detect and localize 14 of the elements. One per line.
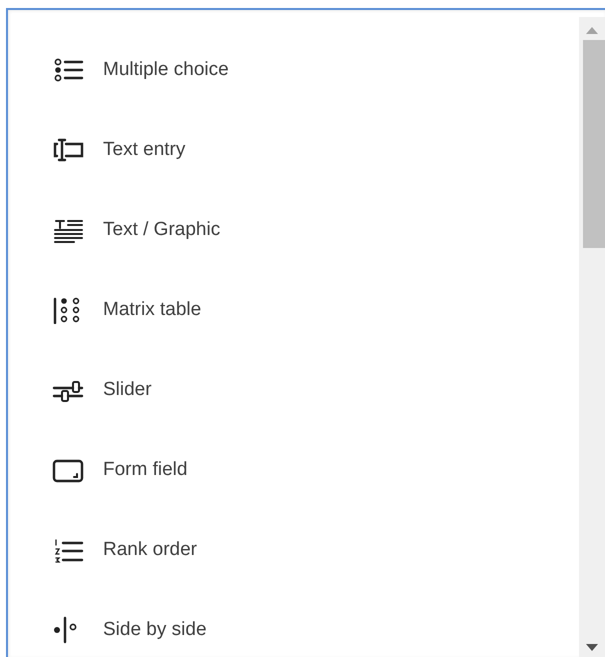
scroll-down-arrow-icon[interactable] — [586, 644, 598, 651]
question-type-option[interactable]: Rank order — [103, 539, 197, 561]
question-type-option[interactable]: Text / Graphic — [103, 219, 220, 241]
question-type-option[interactable]: Matrix table — [103, 299, 202, 321]
text-field-icon — [52, 136, 84, 164]
scroll-up-arrow-icon[interactable] — [586, 27, 598, 34]
question-type-option[interactable]: Slider — [103, 379, 152, 401]
list-icon — [52, 56, 84, 84]
scroll-thumb[interactable] — [583, 40, 605, 248]
scrollbar[interactable] — [579, 17, 605, 657]
question-type-option[interactable]: Multiple choice — [103, 59, 229, 81]
question-type-option[interactable]: Text entry — [103, 139, 186, 161]
question-type-option[interactable]: Form field — [103, 459, 188, 481]
question-type-option[interactable]: Side by side — [103, 619, 207, 641]
